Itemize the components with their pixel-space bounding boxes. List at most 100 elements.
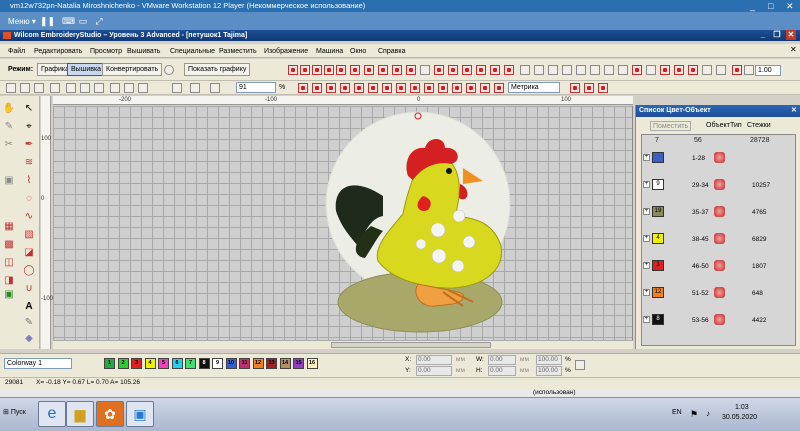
- toolbar-tool-icon[interactable]: [576, 65, 586, 75]
- expand-icon[interactable]: +: [643, 181, 650, 188]
- toolbar-tool-icon[interactable]: [312, 65, 322, 75]
- toolbar-tool-icon[interactable]: [584, 83, 594, 93]
- toolbar-tool-icon[interactable]: [406, 65, 416, 75]
- stitch-tool-icon[interactable]: ≋: [22, 156, 36, 170]
- palette-color-6[interactable]: 6: [171, 358, 183, 369]
- colorway-select[interactable]: Colorway 1: [4, 358, 72, 369]
- palette-color-10[interactable]: 10: [225, 358, 237, 369]
- lettering-tool-icon[interactable]: A: [22, 300, 36, 314]
- show-graphics-button[interactable]: Показать графику: [184, 63, 251, 76]
- fullscreen-icon[interactable]: ⤢: [94, 16, 104, 26]
- toolbar-tool-icon[interactable]: [632, 65, 642, 75]
- column-tool-icon[interactable]: ◪: [22, 246, 36, 260]
- color-object-row[interactable]: +8 53-56 4422: [642, 311, 795, 331]
- palette-color-5[interactable]: 5: [158, 358, 169, 369]
- expand-icon[interactable]: +: [643, 154, 650, 161]
- toolbar-tool-icon[interactable]: [378, 65, 388, 75]
- camera-tool-icon[interactable]: ▣: [2, 174, 16, 188]
- toolbar-tool-icon[interactable]: [716, 65, 726, 75]
- toolbar-tool-icon[interactable]: [324, 65, 334, 75]
- toolbar-tool-icon[interactable]: [462, 65, 472, 75]
- toolbar-tool-icon[interactable]: [660, 65, 670, 75]
- toolbar-tool-icon[interactable]: [490, 65, 500, 75]
- toolbar-tool-icon[interactable]: [466, 83, 476, 93]
- grid-icon[interactable]: [110, 83, 120, 93]
- frame-icon[interactable]: [138, 83, 148, 93]
- app-restore-icon[interactable]: ❐: [772, 30, 782, 40]
- color-object-row[interactable]: +3 46-50 1807: [642, 257, 795, 277]
- explorer-taskbar-icon[interactable]: ▆: [66, 401, 94, 427]
- app-minimize-icon[interactable]: _: [758, 30, 768, 40]
- reshape-tool-icon[interactable]: ✎: [2, 120, 16, 134]
- menu-file[interactable]: Файл: [8, 47, 25, 56]
- toolbar-tool-icon[interactable]: [646, 65, 656, 75]
- toolbar-tool-icon[interactable]: [702, 65, 712, 75]
- ie-taskbar-icon[interactable]: e: [38, 401, 66, 427]
- stitches-column-header[interactable]: Стежки: [745, 121, 773, 131]
- toolbar-tool-icon[interactable]: [494, 83, 504, 93]
- palette-color-3[interactable]: 3: [131, 358, 142, 369]
- toolbar-tool-icon[interactable]: [424, 83, 434, 93]
- stitch-length-input[interactable]: 1.00: [755, 65, 781, 76]
- app-close-icon[interactable]: ✕: [786, 30, 796, 40]
- w-input[interactable]: 0.00: [488, 355, 516, 365]
- mode-embroidery-button[interactable]: Вышивка: [67, 63, 106, 76]
- expand-icon[interactable]: +: [643, 316, 650, 323]
- horizontal-scrollbar[interactable]: [53, 340, 633, 349]
- expand-icon[interactable]: +: [643, 262, 650, 269]
- palette-color-16[interactable]: 16: [306, 358, 318, 369]
- wilcom-taskbar-icon[interactable]: ✿: [96, 401, 124, 427]
- menu-stitch[interactable]: Вышивать: [127, 47, 160, 56]
- circle-tool-icon[interactable]: ◯: [22, 264, 36, 278]
- palette-color-14[interactable]: 14: [279, 358, 291, 369]
- image-tool-icon[interactable]: ▣: [2, 288, 16, 302]
- menu-machine[interactable]: Машина: [316, 47, 343, 56]
- toolbar-tool-icon[interactable]: [382, 83, 392, 93]
- fill-tool-icon[interactable]: ▧: [22, 228, 36, 242]
- flag-icon[interactable]: ⚑: [690, 409, 698, 420]
- toolbar-tool-icon[interactable]: [674, 65, 684, 75]
- lock-proportions-icon[interactable]: [575, 360, 585, 370]
- color-object-row[interactable]: +1-28: [642, 149, 795, 169]
- language-indicator[interactable]: EN: [672, 409, 682, 416]
- toolbar-tool-icon[interactable]: [476, 65, 486, 75]
- menu-image[interactable]: Изображение: [264, 47, 308, 56]
- toolbar-tool-icon[interactable]: [354, 83, 364, 93]
- toolbar-tool-icon[interactable]: [298, 83, 308, 93]
- toolbar-tool-icon[interactable]: [434, 65, 444, 75]
- vm-maximize-icon[interactable]: □: [768, 0, 773, 12]
- palette-color-7[interactable]: 7: [185, 358, 196, 369]
- vm-close-icon[interactable]: ✕: [786, 0, 794, 12]
- toolbar-tool-icon[interactable]: [504, 65, 514, 75]
- expand-icon[interactable]: +: [643, 235, 650, 242]
- pen-tool-icon[interactable]: ✒: [22, 138, 36, 152]
- start-button[interactable]: ⊞ Пуск: [3, 406, 37, 420]
- x-input[interactable]: 0.00: [416, 355, 452, 365]
- color-object-row[interactable]: +19 35-37 4765: [642, 203, 795, 223]
- toolbar-tool-icon[interactable]: [300, 65, 310, 75]
- palette-color-8[interactable]: 8: [198, 358, 210, 369]
- save-icon[interactable]: [34, 83, 44, 93]
- pause-icon[interactable]: ❚❚: [40, 16, 55, 26]
- menu-view[interactable]: Просмотр: [90, 47, 122, 56]
- paste-icon[interactable]: [94, 83, 104, 93]
- monogram-tool-icon[interactable]: ✎: [22, 316, 36, 330]
- scroll-thumb[interactable]: [331, 342, 491, 348]
- toolbar-tool-icon[interactable]: [590, 65, 600, 75]
- menu-close-icon[interactable]: ✕: [790, 45, 797, 54]
- palette-color-9[interactable]: 9: [212, 358, 223, 369]
- toolbar-tool-icon[interactable]: [480, 83, 490, 93]
- menu-arrange[interactable]: Разместить: [219, 47, 257, 56]
- toolbar-tool-icon[interactable]: [520, 65, 530, 75]
- units-select[interactable]: Метрика: [508, 82, 560, 93]
- toolbar-tool-icon[interactable]: [688, 65, 698, 75]
- grid-fill-tool-icon[interactable]: ▦: [2, 220, 16, 234]
- lasso-tool-icon[interactable]: ⌖: [22, 120, 36, 134]
- color-object-row[interactable]: +9 29-34 10257: [642, 176, 795, 196]
- toolbar-tool-icon[interactable]: [598, 83, 608, 93]
- menu-special[interactable]: Специальные: [170, 47, 215, 56]
- stamp-tool-icon[interactable]: ◫: [2, 256, 16, 270]
- magnet-tool-icon[interactable]: ∪: [22, 282, 36, 296]
- toolbar-tool-icon[interactable]: [618, 65, 628, 75]
- color-object-list[interactable]: 7 56 28728 +1-28 +9 29-34 10257 +19 35-37 4765…: [641, 134, 796, 346]
